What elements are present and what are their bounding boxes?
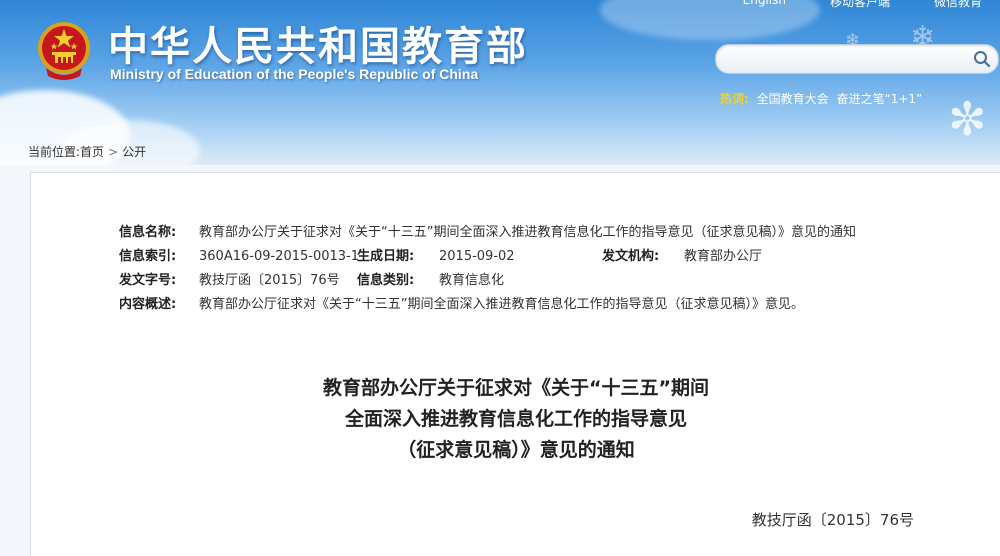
search-box <box>715 44 999 74</box>
search-icon[interactable] <box>972 49 992 69</box>
site-title: 中华人民共和国教育部 <box>108 23 528 70</box>
date-value: 2015-09-02 <box>439 249 515 264</box>
date-label: 生成日期: <box>357 249 415 264</box>
english-link[interactable]: English <box>743 0 786 10</box>
document-title-line: 教育部办公厅关于征求对《关于“十三五”期间 <box>323 377 709 399</box>
breadcrumb-separator: > <box>108 144 119 159</box>
snowflake-decoration-icon: ✼ <box>948 92 987 146</box>
summary-label: 内容概述: <box>119 297 177 312</box>
index-label: 信息索引: <box>119 249 177 264</box>
index-value: 360A16-09-2015-0013-1 <box>199 249 359 264</box>
issuer-value: 教育部办公厅 <box>684 249 763 264</box>
hot-words: 热词: 全国教育大会 奋进之笔“1+1” <box>720 90 922 107</box>
national-emblem-icon <box>38 22 90 80</box>
top-links: English 移动客户端 微信教育 <box>743 0 982 10</box>
breadcrumb-home-link[interactable]: 首页 <box>80 143 104 160</box>
document-panel: 信息名称: 教育部办公厅关于征求对《关于“十三五”期间全面深入推进教育信息化工作… <box>30 172 1000 556</box>
info-name-value: 教育部办公厅关于征求对《关于“十三五”期间全面深入推进教育信息化工作的指导意见（… <box>199 225 856 240</box>
wechat-link[interactable]: 微信教育 <box>934 0 982 10</box>
info-name-label: 信息名称: <box>119 225 177 240</box>
hot-word-link[interactable]: 全国教育大会 <box>757 92 829 106</box>
category-label: 信息类别: <box>357 273 415 288</box>
document-number: 教技厅函〔2015〕76号 <box>751 511 914 529</box>
doc-no-label: 发文字号: <box>119 273 177 288</box>
doc-no-value: 教技厅函〔2015〕76号 <box>199 273 340 288</box>
breadcrumb: 当前位置: 首页 > 公开 <box>28 143 146 160</box>
summary-value: 教育部办公厅征求对《关于“十三五”期间全面深入推进教育信息化工作的指导意见（征求… <box>199 297 804 312</box>
site-subtitle: Ministry of Education of the People's Re… <box>110 66 479 82</box>
document-title-line: （征求意见稿）》意见的通知 <box>397 439 635 461</box>
issuer-label: 发文机构: <box>602 249 660 264</box>
category-value: 教育信息化 <box>439 273 505 288</box>
document-title: 教育部办公厅关于征求对《关于“十三五”期间 全面深入推进教育信息化工作的指导意见… <box>31 373 1000 466</box>
breadcrumb-public-link[interactable]: 公开 <box>122 143 146 160</box>
site-header: ✼ ❄ ❄ 中华人民共和国教育部 Ministry of Education o… <box>0 0 1000 165</box>
mobile-client-link[interactable]: 移动客户端 <box>830 0 890 10</box>
document-title-line: 全面深入推进教育信息化工作的指导意见 <box>344 408 687 430</box>
hot-words-label: 热词: <box>720 92 749 106</box>
search-input[interactable] <box>728 49 962 71</box>
breadcrumb-prefix: 当前位置: <box>28 145 81 159</box>
hot-word-link[interactable]: 奋进之笔“1+1” <box>836 92 922 106</box>
